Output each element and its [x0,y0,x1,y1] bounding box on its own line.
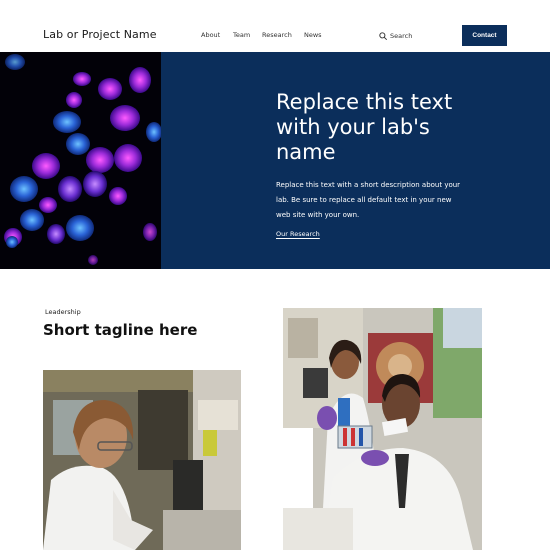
site-header: Lab or Project Name About Team Research … [0,0,550,52]
site-logo[interactable]: Lab or Project Name [43,28,157,41]
hero-microscopy-image [0,52,161,269]
researcher-photo [43,370,241,550]
nav-team[interactable]: Team [233,31,250,39]
section-eyebrow: Leadership [45,308,81,316]
search-label: Search [390,32,413,40]
nav-about[interactable]: About [201,31,220,39]
hero-panel: Replace this text with your lab's name R… [161,52,550,269]
scientists-photo [283,308,482,550]
search-button[interactable]: Search [379,30,412,42]
our-research-link[interactable]: Our Research [276,230,320,238]
search-icon [379,32,387,40]
hero-title: Replace this text with your lab's name [276,90,453,164]
contact-button[interactable]: Contact [462,25,507,46]
nav-research[interactable]: Research [262,31,292,39]
hero-description: Replace this text with a short descripti… [276,181,461,219]
nav-news[interactable]: News [304,31,322,39]
section-tagline: Short tagline here [43,321,198,339]
